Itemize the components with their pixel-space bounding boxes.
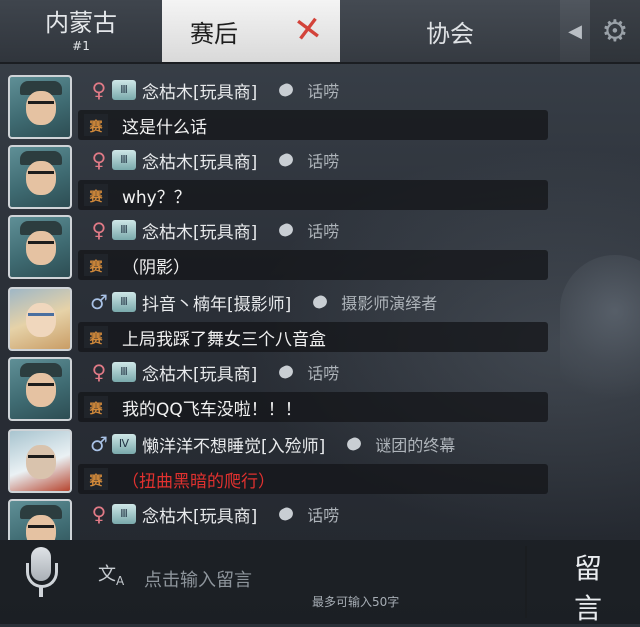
female-icon: ♀: [91, 360, 107, 384]
microphone-icon[interactable]: [24, 545, 58, 597]
message-bubble: 赛 上局我踩了舞女三个八音盒: [78, 322, 548, 352]
message-bubble: 赛 这是什么话: [78, 110, 548, 140]
chevron-left-icon[interactable]: ◀: [560, 0, 590, 62]
user-title: 谜团的终幕: [375, 436, 456, 455]
tab-association[interactable]: 协会: [340, 0, 560, 62]
level-badge-icon: Ⅲ: [112, 362, 136, 382]
female-icon: ♀: [91, 218, 107, 242]
message-item[interactable]: ♀ Ⅲ 念枯木[玩具商] 话唠: [0, 496, 560, 540]
title-gem-icon: [345, 435, 364, 453]
avatar[interactable]: [8, 499, 72, 540]
title-gem-icon: [277, 81, 296, 99]
message-header: ♂ Ⅲ 抖音丶楠年[摄影师] 摄影师演绎者: [88, 290, 438, 315]
message-text: why？？: [122, 187, 191, 208]
message-input-placeholder: 点击输入留言: [144, 570, 252, 591]
message-header: ♂ Ⅳ 懒洋洋不想睡觉[入殓师] 谜团的终幕: [88, 432, 456, 457]
message-header: ♀ Ⅲ 念枯木[玩具商] 话唠: [88, 502, 340, 527]
title-gem-icon: [277, 221, 296, 239]
char-limit-hint: 最多可输入50字: [312, 595, 400, 609]
tab-association-label: 协会: [426, 19, 474, 48]
username[interactable]: 抖音丶楠年[摄影师]: [142, 290, 291, 315]
user-title: 话唠: [307, 506, 340, 525]
message-text: 上局我踩了舞女三个八音盒: [122, 329, 326, 350]
message-item[interactable]: ♂ Ⅲ 抖音丶楠年[摄影师] 摄影师演绎者 赛 上局我踩了舞女三个八音盒: [0, 284, 560, 354]
message-bubble: 赛 why？？: [78, 180, 548, 210]
message-bubble: 赛 （扭曲黑暗的爬行）: [78, 464, 548, 494]
male-icon: ♂: [90, 290, 108, 314]
match-tag: 赛: [84, 254, 108, 276]
level-badge-icon: Ⅳ: [112, 434, 136, 454]
message-text: 我的QQ飞车没啦！！！: [122, 399, 302, 420]
avatar[interactable]: [8, 215, 72, 279]
message-header: ♀ Ⅲ 念枯木[玩具商] 话唠: [88, 78, 340, 103]
close-icon[interactable]: ✕: [291, 8, 325, 52]
female-icon: ♀: [91, 78, 107, 102]
user-title: 摄影师演绎者: [341, 294, 438, 313]
avatar[interactable]: [8, 357, 72, 421]
match-tag: 赛: [84, 396, 108, 418]
match-tag: 赛: [84, 468, 108, 490]
level-badge-icon: Ⅲ: [112, 504, 136, 524]
username[interactable]: 念枯木[玩具商]: [142, 218, 257, 243]
username[interactable]: 念枯木[玩具商]: [142, 502, 257, 527]
user-title: 话唠: [307, 152, 340, 171]
match-tag: 赛: [84, 114, 108, 136]
male-icon: ♂: [90, 432, 108, 456]
gear-icon[interactable]: ⚙: [590, 0, 640, 62]
tab-region-rank: #1: [72, 39, 90, 53]
avatar[interactable]: [8, 145, 72, 209]
username[interactable]: 念枯木[玩具商]: [142, 78, 257, 103]
message-item[interactable]: ♂ Ⅳ 懒洋洋不想睡觉[入殓师] 谜团的终幕 赛 （扭曲黑暗的爬行）: [0, 426, 560, 496]
username[interactable]: 念枯木[玩具商]: [142, 360, 257, 385]
user-title: 话唠: [307, 222, 340, 241]
message-item[interactable]: ♀ Ⅲ 念枯木[玩具商] 话唠 赛 （阴影）: [0, 212, 560, 282]
divider: [0, 62, 640, 64]
message-header: ♀ Ⅲ 念枯木[玩具商] 话唠: [88, 218, 340, 243]
level-badge-icon: Ⅲ: [112, 150, 136, 170]
username[interactable]: 念枯木[玩具商]: [142, 148, 257, 173]
message-text: （扭曲黑暗的爬行）: [122, 471, 275, 492]
level-badge-icon: Ⅲ: [112, 80, 136, 100]
title-gem-icon: [311, 293, 330, 311]
tab-postgame[interactable]: 赛后 ✕: [162, 0, 340, 62]
user-title: 话唠: [307, 364, 340, 383]
title-gem-icon: [277, 363, 296, 381]
tab-region[interactable]: 内蒙古 #1: [0, 0, 162, 62]
tab-region-label: 内蒙古: [45, 9, 117, 37]
message-text: （阴影）: [122, 257, 190, 278]
match-tag: 赛: [84, 326, 108, 348]
message-header: ♀ Ⅲ 念枯木[玩具商] 话唠: [88, 360, 340, 385]
divider: [525, 546, 527, 618]
message-item[interactable]: ♀ Ⅲ 念枯木[玩具商] 话唠 赛 why？？: [0, 142, 560, 212]
level-badge-icon: Ⅲ: [112, 220, 136, 240]
tab-postgame-label: 赛后: [190, 19, 238, 48]
message-item[interactable]: ♀ Ⅲ 念枯木[玩具商] 话唠 赛 我的QQ飞车没啦！！！: [0, 354, 560, 424]
message-bubble: 赛 我的QQ飞车没啦！！！: [78, 392, 548, 422]
message-item[interactable]: ♀ Ⅲ 念枯木[玩具商] 话唠 赛 这是什么话: [0, 72, 560, 142]
female-icon: ♀: [91, 502, 107, 526]
tab-bar: 内蒙古 #1 赛后 ✕ 协会 ◀ ⚙: [0, 0, 640, 62]
title-gem-icon: [277, 151, 296, 169]
avatar[interactable]: [8, 429, 72, 493]
match-tag: 赛: [84, 184, 108, 206]
female-icon: ♀: [91, 148, 107, 172]
background-character: [560, 255, 640, 415]
level-badge-icon: Ⅲ: [112, 292, 136, 312]
post-message-button[interactable]: 留言: [528, 546, 640, 625]
title-gem-icon: [277, 505, 296, 523]
avatar[interactable]: [8, 75, 72, 139]
message-text: 这是什么话: [122, 117, 207, 138]
username[interactable]: 懒洋洋不想睡觉[入殓师]: [142, 432, 325, 457]
message-header: ♀ Ⅲ 念枯木[玩具商] 话唠: [88, 148, 340, 173]
user-title: 话唠: [307, 82, 340, 101]
message-bubble: 赛 （阴影）: [78, 250, 548, 280]
avatar[interactable]: [8, 287, 72, 351]
